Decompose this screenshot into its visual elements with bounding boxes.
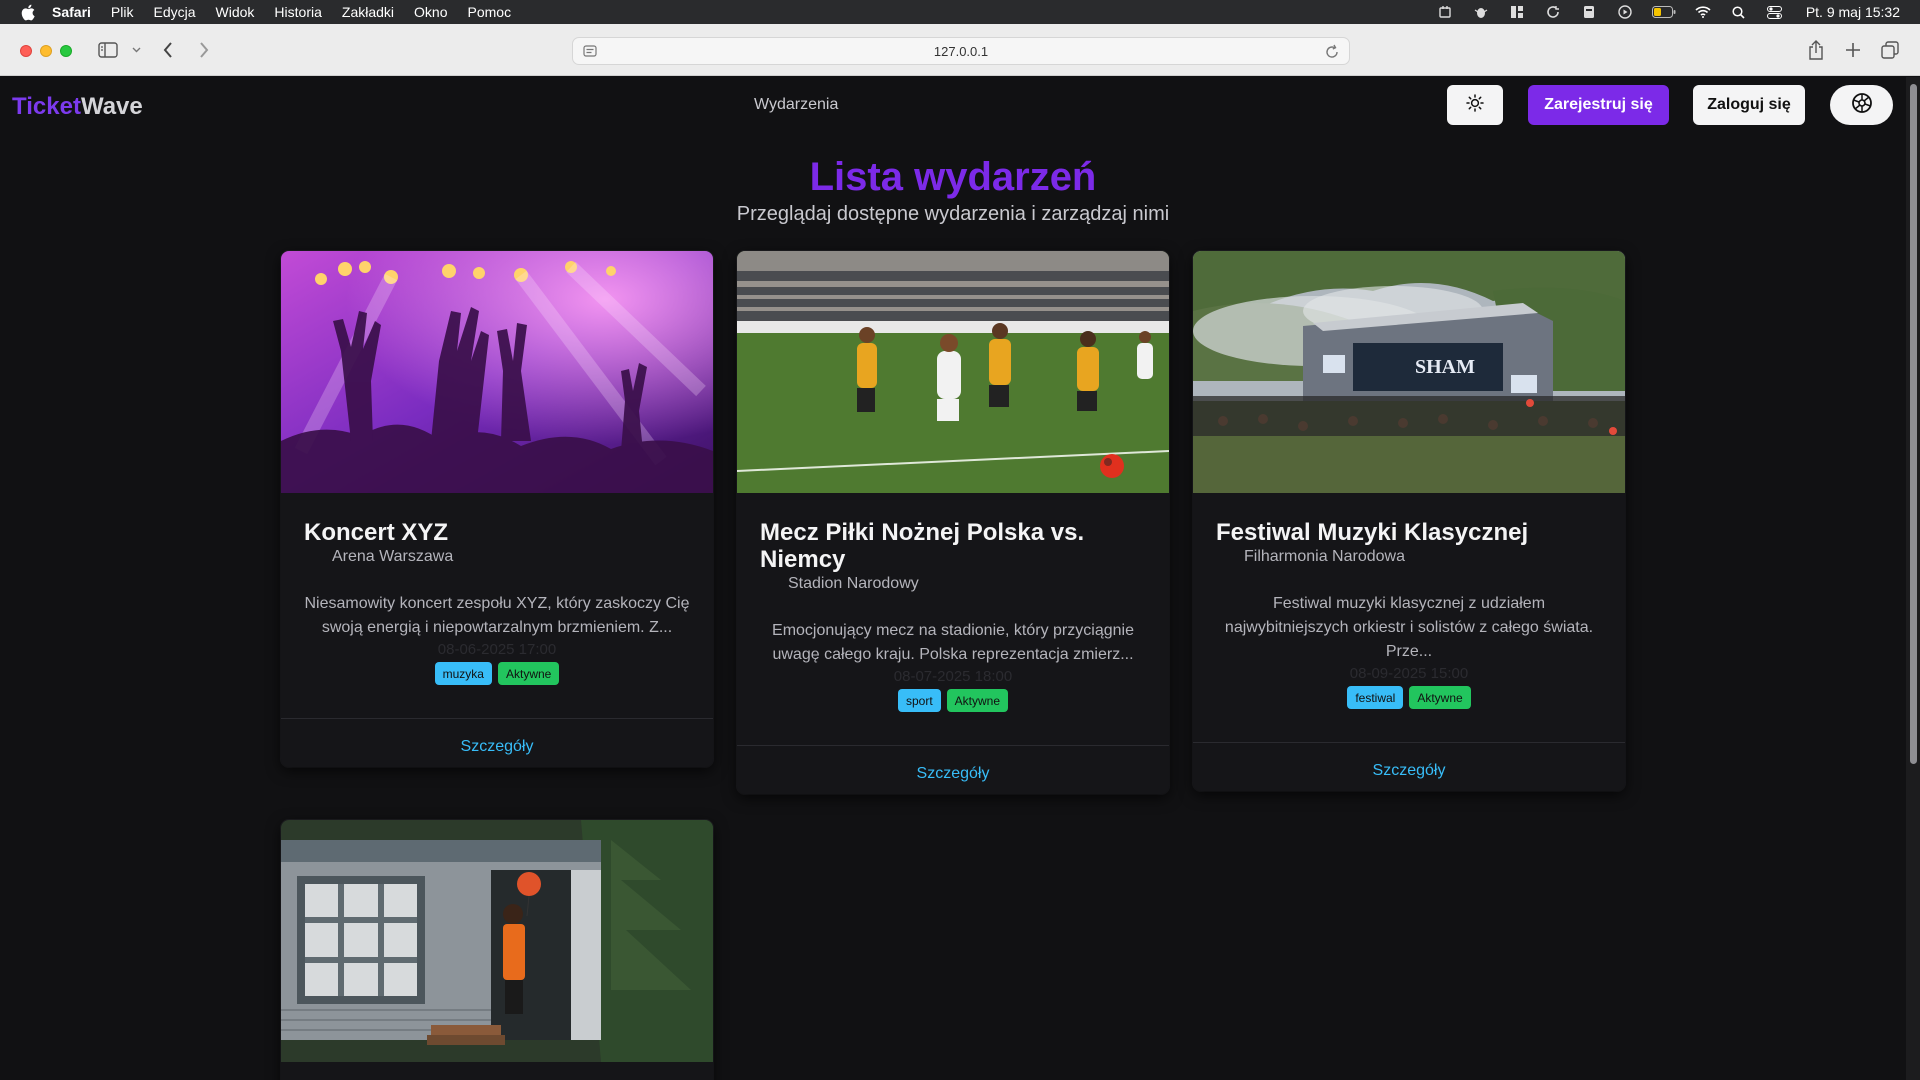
wifi-icon[interactable]: [1694, 5, 1712, 19]
tab-overview-icon[interactable]: [1881, 40, 1899, 60]
close-window-button[interactable]: [20, 45, 32, 57]
status-area: Pt. 9 maj 15:32: [1436, 0, 1900, 24]
control-center-icon[interactable]: [1766, 5, 1784, 19]
forward-icon[interactable]: [198, 40, 210, 60]
event-image-festival: SHAM: [1193, 251, 1625, 493]
event-date: 08-06-2025 17:00: [437, 641, 557, 658]
category-badge: festiwal: [1347, 686, 1404, 709]
event-tags: sport Aktywne: [737, 689, 1169, 712]
language-button[interactable]: [1830, 85, 1893, 125]
sun-icon: [1466, 93, 1484, 117]
menu-app-safari[interactable]: Safari: [52, 4, 91, 20]
menu-pomoc[interactable]: Pomoc: [468, 4, 512, 20]
site-navbar: TicketWave Wydarzenia Zarejestruj się Za…: [0, 77, 1906, 133]
event-description: Festiwal muzyki klasycznej z udziałem na…: [1224, 595, 1594, 660]
battery-icon[interactable]: [1651, 5, 1676, 19]
sync-icon[interactable]: [1544, 5, 1562, 19]
reload-icon[interactable]: [1325, 43, 1339, 62]
logo-part-ticket: Ticket: [12, 93, 81, 120]
spotlight-search-icon[interactable]: [1730, 5, 1748, 19]
event-image-concert: [281, 251, 713, 493]
event-title: Mecz Piłki Nożnej Polska vs. Niemcy: [760, 519, 1085, 573]
address-bar[interactable]: 127.0.0.1: [572, 37, 1350, 65]
window-controls: [20, 45, 72, 57]
minimize-window-button[interactable]: [40, 45, 52, 57]
web-page: TicketWave Wydarzenia Zarejestruj się Za…: [0, 77, 1906, 1080]
menu-widok[interactable]: Widok: [216, 4, 255, 20]
sidebar-toggle-icon[interactable]: [98, 40, 118, 60]
menu-bar: Safari Plik Edycja Widok Historia Zakład…: [0, 0, 1920, 24]
menu-okno[interactable]: Okno: [414, 4, 447, 20]
event-date: 08-07-2025 18:00: [893, 668, 1013, 685]
extension-icon[interactable]: [1436, 5, 1454, 19]
menu-edycja[interactable]: Edycja: [153, 4, 195, 20]
event-card: Koncert XYZ Arena Warszawa Niesamowity k…: [281, 251, 713, 767]
url-text: 127.0.0.1: [933, 43, 989, 59]
event-description: Emocjonujący mecz na stadionie, który pr…: [772, 622, 1134, 663]
menubar-clock[interactable]: Pt. 9 maj 15:32: [1806, 4, 1900, 20]
menu-zakladki[interactable]: Zakładki: [342, 4, 394, 20]
new-tab-icon[interactable]: [1845, 40, 1861, 60]
card-divider: [281, 718, 713, 719]
globe-icon: [1851, 92, 1873, 119]
event-card: [281, 820, 713, 1080]
site-logo[interactable]: TicketWave: [12, 93, 143, 121]
login-button[interactable]: Zaloguj się: [1693, 85, 1805, 125]
event-tags: festiwal Aktywne: [1193, 686, 1625, 709]
theme-toggle-button[interactable]: [1447, 85, 1503, 125]
status-badge: Aktywne: [946, 689, 1009, 712]
chevron-down-icon[interactable]: [132, 40, 141, 60]
event-date: 08-09-2025 15:00: [1349, 665, 1469, 682]
menu-plik[interactable]: Plik: [111, 4, 134, 20]
details-link[interactable]: Szczegóły: [737, 765, 1169, 783]
layout-icon[interactable]: [1508, 5, 1526, 19]
event-venue: Stadion Narodowy: [788, 575, 919, 592]
event-image-clown: [281, 820, 713, 1062]
logo-part-wave: Wave: [80, 93, 143, 120]
event-tags: muzyka Aktywne: [281, 662, 713, 685]
details-link[interactable]: Szczegóły: [1193, 762, 1625, 780]
card-divider: [737, 745, 1169, 746]
apple-icon[interactable]: [18, 2, 38, 22]
status-badge: Aktywne: [1409, 686, 1471, 709]
browser-toolbar: 127.0.0.1: [0, 24, 1920, 76]
event-venue: Filharmonia Narodowa: [1244, 548, 1405, 565]
event-description: Niesamowity koncert zespołu XYZ, który z…: [304, 595, 690, 636]
page-scrollbar-thumb[interactable]: [1910, 84, 1917, 764]
event-card: SHAM Festiwal Muzyki Klasycznej Filharmo…: [1193, 251, 1625, 791]
svg-text:SHAM: SHAM: [1415, 356, 1475, 378]
document-icon[interactable]: [1580, 5, 1598, 19]
status-badge: Aktywne: [497, 662, 560, 685]
page-subtitle: Przeglądaj dostępne wydarzenia i zarządz…: [736, 203, 1170, 225]
bug-icon[interactable]: [1472, 5, 1490, 19]
page-title: Lista wydarzeń: [809, 155, 1097, 199]
event-venue: Arena Warszawa: [332, 548, 454, 565]
card-divider: [1193, 742, 1625, 743]
zoom-window-button[interactable]: [60, 45, 72, 57]
event-title: Festiwal Muzyki Klasycznej: [1216, 519, 1529, 546]
play-icon[interactable]: [1616, 5, 1634, 19]
event-title: Koncert XYZ: [304, 519, 449, 546]
category-badge: muzyka: [434, 662, 492, 685]
page-settings-icon[interactable]: [583, 44, 597, 61]
event-image-football: [737, 251, 1169, 493]
details-link[interactable]: Szczegóły: [281, 738, 713, 756]
share-icon[interactable]: [1808, 40, 1824, 60]
category-badge: sport: [897, 689, 941, 712]
back-icon[interactable]: [162, 40, 174, 60]
menu-historia[interactable]: Historia: [274, 4, 321, 20]
nav-link-events[interactable]: Wydarzenia: [754, 96, 838, 114]
event-card: Mecz Piłki Nożnej Polska vs. Niemcy Stad…: [737, 251, 1169, 794]
register-button[interactable]: Zarejestruj się: [1528, 85, 1669, 125]
